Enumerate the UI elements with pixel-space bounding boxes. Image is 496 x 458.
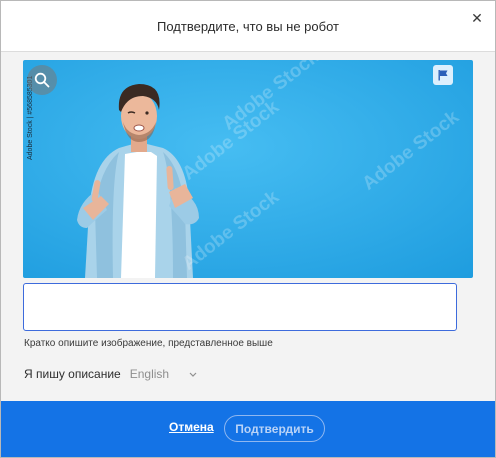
cancel-button[interactable]: Отмена (169, 420, 214, 434)
dialog-title: Подтвердите, что вы не робот (157, 19, 339, 34)
language-select[interactable]: English (130, 367, 197, 381)
search-icon[interactable] (27, 65, 57, 95)
dialog-body: Adobe Stock Adobe Stock Adobe Stock Adob… (1, 52, 495, 401)
captcha-dialog: Подтвердите, что вы не робот ✕ Adobe Sto… (0, 0, 496, 458)
description-hint: Кратко опишите изображение, представленн… (24, 338, 273, 349)
language-row: Я пишу описание English (24, 366, 197, 382)
flag-icon[interactable] (433, 65, 453, 85)
chevron-down-icon (189, 369, 197, 379)
dialog-footer: Отмена Подтвердить (1, 401, 495, 457)
language-value: English (129, 367, 170, 381)
close-icon[interactable]: ✕ (469, 10, 485, 26)
description-input[interactable] (23, 283, 457, 331)
confirm-button[interactable]: Подтвердить (224, 415, 325, 442)
language-label: Я пишу описание (24, 367, 121, 381)
dialog-header: Подтвердите, что вы не робот ✕ (1, 1, 495, 52)
captcha-image: Adobe Stock Adobe Stock Adobe Stock Adob… (23, 60, 473, 278)
photo-illustration (23, 60, 473, 278)
